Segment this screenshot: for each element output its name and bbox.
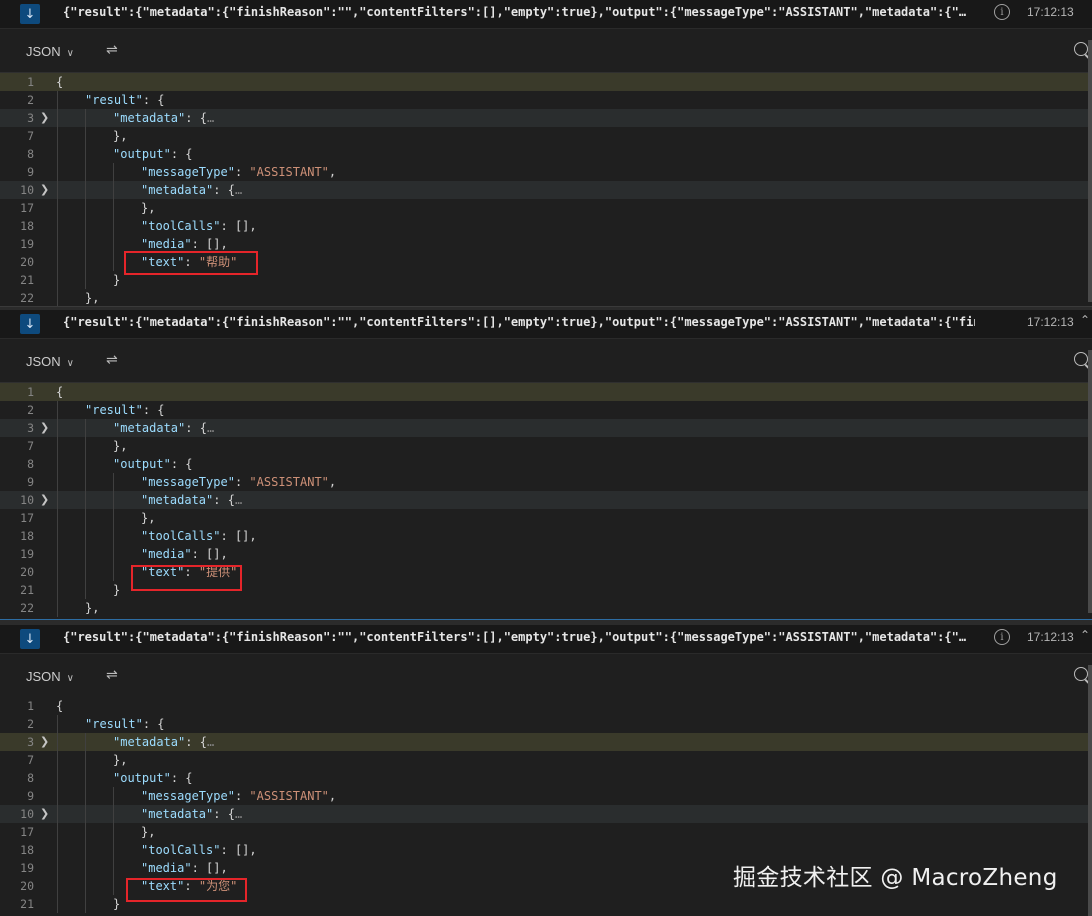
chevron-right-icon[interactable]: ❯ xyxy=(40,181,49,199)
viewer-toolbar: JSON ∨ ⇌ xyxy=(0,655,1092,695)
chevron-up-icon[interactable]: ⌃ xyxy=(1080,313,1090,327)
scrollbar[interactable] xyxy=(1088,40,1092,302)
code-line: 3 ❯ "metadata": {… xyxy=(0,733,1092,751)
code-line: 1{ xyxy=(0,383,1092,401)
code-line: 2 "result": { xyxy=(27,715,165,733)
scrollbar[interactable] xyxy=(1088,350,1092,613)
info-icon[interactable]: i xyxy=(994,4,1010,20)
code-line: 18 "toolCalls": [], xyxy=(20,841,257,859)
message-header[interactable]: ↓ {"result":{"metadata":{"finishReason":… xyxy=(0,0,1092,29)
viewer-toolbar: JSON ∨ ⇌ xyxy=(0,340,1092,380)
search-icon[interactable] xyxy=(1074,42,1088,56)
code-line: 17}, xyxy=(20,199,156,217)
code-line: 22}, xyxy=(20,289,100,307)
code-line: 9 "messageType": "ASSISTANT", xyxy=(27,787,337,805)
highlight-box xyxy=(124,251,258,275)
chevron-right-icon[interactable]: ❯ xyxy=(40,805,49,823)
info-icon[interactable]: i xyxy=(994,629,1010,645)
arrow-down-icon[interactable]: ↓ xyxy=(20,314,40,334)
timestamp: 17:12:13 xyxy=(1027,5,1074,19)
watermark: 掘金技术社区 @ MacroZheng xyxy=(733,865,1058,891)
message-header[interactable]: ↓ {"result":{"metadata":{"finishReason":… xyxy=(0,625,1092,654)
code-line: 18 "toolCalls": [], xyxy=(20,217,257,235)
chevron-down-icon: ∨ xyxy=(66,48,74,59)
code-line: 10 ❯ "metadata": {… xyxy=(0,491,1092,509)
arrow-down-icon[interactable]: ↓ xyxy=(20,629,40,649)
message-preview[interactable]: {"result":{"metadata":{"finishReason":""… xyxy=(63,630,975,644)
code-line: 10 ❯ "metadata": {… xyxy=(0,805,1092,823)
code-line: 17}, xyxy=(20,509,156,527)
word-wrap-icon[interactable]: ⇌ xyxy=(106,352,122,368)
chevron-right-icon[interactable]: ❯ xyxy=(40,109,49,127)
code-line: 7}, xyxy=(27,751,128,769)
code-line: 22}, xyxy=(20,599,100,617)
code-line: 2 "result": { xyxy=(27,401,165,419)
message-panel-2: ↓ {"result":{"metadata":{"finishReason":… xyxy=(0,310,1092,619)
code-line: 1{ xyxy=(27,699,64,713)
message-preview[interactable]: {"result":{"metadata":{"finishReason":""… xyxy=(63,315,975,329)
chevron-down-icon: ∨ xyxy=(66,358,74,369)
chevron-up-icon[interactable]: ⌃ xyxy=(1080,628,1090,642)
chevron-right-icon[interactable]: ❯ xyxy=(40,733,49,751)
highlight-box xyxy=(131,565,242,591)
word-wrap-icon[interactable]: ⇌ xyxy=(106,667,122,683)
code-line: 19 "media": [], xyxy=(20,545,228,563)
viewer-toolbar: JSON ∨ ⇌ xyxy=(0,30,1092,70)
code-line: 8 "output": { xyxy=(27,455,193,473)
chevron-down-icon: ∨ xyxy=(66,673,74,684)
format-select[interactable]: JSON ∨ xyxy=(26,669,74,684)
highlight-box xyxy=(126,878,247,902)
chevron-right-icon[interactable]: ❯ xyxy=(40,419,49,437)
code-line: 10 ❯ "metadata": {… xyxy=(0,181,1092,199)
message-header[interactable]: ↓ {"result":{"metadata":{"finishReason":… xyxy=(0,310,1092,339)
timestamp: 17:12:13 xyxy=(1027,630,1074,644)
code-line: 8 "output": { xyxy=(27,769,193,787)
search-icon[interactable] xyxy=(1074,667,1088,681)
arrow-down-icon[interactable]: ↓ xyxy=(20,4,40,24)
search-icon[interactable] xyxy=(1074,352,1088,366)
code-line: 3 ❯ "metadata": {… xyxy=(0,419,1092,437)
code-line: 9 "messageType": "ASSISTANT", xyxy=(27,473,337,491)
word-wrap-icon[interactable]: ⇌ xyxy=(106,42,122,58)
chevron-right-icon[interactable]: ❯ xyxy=(40,491,49,509)
scrollbar[interactable] xyxy=(1088,665,1092,916)
code-line: 2 "result": { xyxy=(27,91,165,109)
code-line: 1{ xyxy=(0,73,1092,91)
code-line: 3 ❯ "metadata": {… xyxy=(0,109,1092,127)
code-line: 8 "output": { xyxy=(27,145,193,163)
code-line: 18 "toolCalls": [], xyxy=(20,527,257,545)
code-line: 9 "messageType": "ASSISTANT", xyxy=(27,163,337,181)
format-select[interactable]: JSON ∨ xyxy=(26,44,74,59)
format-select[interactable]: JSON ∨ xyxy=(26,354,74,369)
message-preview[interactable]: {"result":{"metadata":{"finishReason":""… xyxy=(63,5,975,19)
code-line: 7}, xyxy=(27,437,128,455)
code-line: 7}, xyxy=(27,127,128,145)
code-line: 17}, xyxy=(20,823,156,841)
message-panel-1: ↓ {"result":{"metadata":{"finishReason":… xyxy=(0,0,1092,308)
timestamp: 17:12:13 xyxy=(1027,315,1074,329)
